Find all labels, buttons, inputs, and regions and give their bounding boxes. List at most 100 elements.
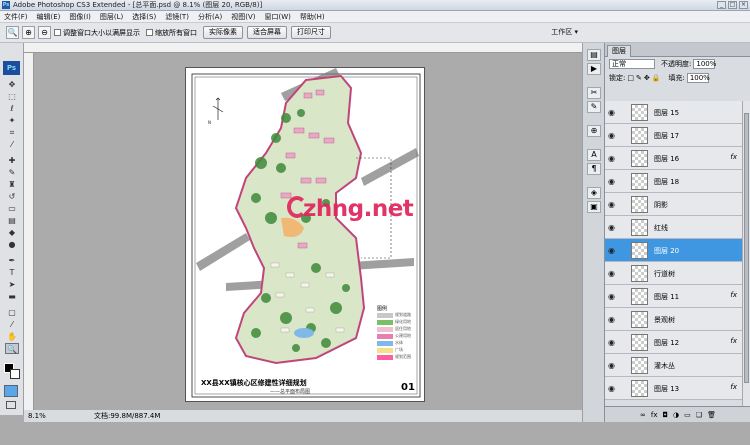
lasso-tool-icon[interactable]: ℓ <box>5 103 19 114</box>
visibility-eye-icon[interactable]: ◉ <box>608 131 617 140</box>
layer-effects-icon[interactable]: fx <box>730 383 737 391</box>
layer-list-scrollbar[interactable] <box>742 101 750 406</box>
layer-name[interactable]: 阴影 <box>654 200 668 210</box>
layer-row[interactable]: ◉ 图层 15 <box>605 101 750 124</box>
fit-screen-button[interactable]: 适合屏幕 <box>247 26 287 39</box>
notes-tool-icon[interactable]: ▢ <box>5 307 19 318</box>
layer-row[interactable]: ◉ 景观树 <box>605 308 750 331</box>
move-tool-icon[interactable]: ✥ <box>5 79 19 90</box>
history-panel-icon[interactable]: ▤ <box>587 49 601 61</box>
layer-row[interactable]: ◉ 图层 17 <box>605 124 750 147</box>
menu-layer[interactable]: 图层(L) <box>100 12 123 22</box>
menu-image[interactable]: 图像(I) <box>69 12 91 22</box>
marquee-tool-icon[interactable]: ⬚ <box>5 91 19 102</box>
brushes-panel-icon[interactable]: ✎ <box>587 101 601 113</box>
layer-row[interactable]: ◉ 行道树 <box>605 262 750 285</box>
lock-transparency-icon[interactable]: □ <box>627 74 634 82</box>
layer-row[interactable]: ◉ 图层 20 <box>605 239 750 262</box>
layer-name[interactable]: 图层 15 <box>654 108 679 118</box>
zoom-level[interactable]: 8.1% <box>24 412 54 420</box>
visibility-eye-icon[interactable]: ◉ <box>608 223 617 232</box>
new-layer-icon[interactable]: ❏ <box>696 411 702 419</box>
menu-edit[interactable]: 编辑(E) <box>37 12 61 22</box>
layer-name[interactable]: 红线 <box>654 223 668 233</box>
crop-tool-icon[interactable]: ⌗ <box>5 127 19 138</box>
healing-brush-icon[interactable]: ✚ <box>5 155 19 166</box>
tab-layers[interactable]: 图层 <box>607 45 631 57</box>
magic-wand-icon[interactable]: ✦ <box>5 115 19 126</box>
trash-icon[interactable]: 🗑 <box>707 411 716 419</box>
menu-file[interactable]: 文件(F) <box>4 12 28 22</box>
background-color-swatch[interactable] <box>10 369 20 379</box>
visibility-eye-icon[interactable]: ◉ <box>608 384 617 393</box>
layer-name[interactable]: 图层 18 <box>654 177 679 187</box>
opacity-input[interactable]: 100% <box>693 59 716 69</box>
visibility-eye-icon[interactable]: ◉ <box>608 361 617 370</box>
menu-window[interactable]: 窗口(W) <box>264 12 290 22</box>
visibility-eye-icon[interactable]: ◉ <box>608 108 617 117</box>
clone-source-icon[interactable]: ⊕ <box>587 125 601 137</box>
actions-panel-icon[interactable]: ▶ <box>587 63 601 75</box>
layer-effects-icon[interactable]: fx <box>730 291 737 299</box>
visibility-eye-icon[interactable]: ◉ <box>608 315 617 324</box>
layer-name[interactable]: 行道树 <box>654 269 675 279</box>
resize-windows-checkbox[interactable]: 调整窗口大小以满屏显示 <box>54 28 140 38</box>
minimize-button[interactable]: _ <box>717 1 726 9</box>
layer-name[interactable]: 图层 11 <box>654 292 679 302</box>
layer-row[interactable]: ◉ 灌木丛 <box>605 354 750 377</box>
scrollbar-thumb[interactable] <box>744 113 749 383</box>
clone-stamp-icon[interactable]: ♜ <box>5 179 19 190</box>
zoom-tool-icon[interactable]: 🔍 <box>6 26 19 39</box>
history-brush-icon[interactable]: ↺ <box>5 191 19 202</box>
adjustment-icon[interactable]: ◑ <box>673 411 679 419</box>
menu-analysis[interactable]: 分析(A) <box>198 12 222 22</box>
slice-tool-icon[interactable]: ⁄ <box>5 139 19 150</box>
menu-help[interactable]: 帮助(H) <box>300 12 325 22</box>
zoom-in-icon[interactable]: ⊕ <box>22 26 35 39</box>
mask-icon[interactable]: ◘ <box>663 411 669 419</box>
checkbox-box[interactable] <box>54 29 61 36</box>
menu-view[interactable]: 视图(V) <box>231 12 255 22</box>
maximize-button[interactable]: □ <box>728 1 737 9</box>
layer-name[interactable]: 图层 13 <box>654 384 679 394</box>
blend-mode-select[interactable]: 正常 <box>609 59 655 69</box>
layer-name[interactable]: 灌木丛 <box>654 361 675 371</box>
menu-select[interactable]: 选择(S) <box>132 12 156 22</box>
layer-row[interactable]: ◉图层 13fx▾ <box>605 377 750 400</box>
pen-tool-icon[interactable]: ✒ <box>5 255 19 266</box>
fill-input[interactable]: 100% <box>686 73 710 83</box>
tools-preset-icon[interactable]: ✂ <box>587 87 601 99</box>
character-panel-icon[interactable]: A <box>587 149 601 161</box>
styles-panel-icon[interactable]: ▣ <box>587 201 601 213</box>
layer-name[interactable]: 图层 20 <box>654 246 679 256</box>
brush-tool-icon[interactable]: ✎ <box>5 167 19 178</box>
visibility-eye-icon[interactable]: ◉ <box>608 292 617 301</box>
path-selection-icon[interactable]: ➤ <box>5 279 19 290</box>
visibility-eye-icon[interactable]: ◉ <box>608 269 617 278</box>
type-tool-icon[interactable]: T <box>5 267 19 278</box>
layer-effects-icon[interactable]: fx <box>730 337 737 345</box>
gradient-tool-icon[interactable]: ▤ <box>5 215 19 226</box>
layer-row[interactable]: ◉图层 12fx▾ <box>605 331 750 354</box>
eyedropper-icon[interactable]: ⁄ <box>5 319 19 330</box>
layer-row[interactable]: ◉ 红线 <box>605 216 750 239</box>
visibility-eye-icon[interactable]: ◉ <box>608 154 617 163</box>
actual-pixels-button[interactable]: 实际像素 <box>203 26 243 39</box>
layer-row[interactable]: ◉图层 16fx▾ <box>605 147 750 170</box>
layer-row[interactable]: ◉ 图层 18 <box>605 170 750 193</box>
lock-pixels-icon[interactable]: ✎ <box>636 74 642 82</box>
print-size-button[interactable]: 打印尺寸 <box>291 26 331 39</box>
group-icon[interactable]: ▭ <box>684 411 691 419</box>
layer-effects-icon[interactable]: fx <box>730 153 737 161</box>
zoom-out-icon[interactable]: ⊖ <box>38 26 51 39</box>
visibility-eye-icon[interactable]: ◉ <box>608 200 617 209</box>
visibility-eye-icon[interactable]: ◉ <box>608 177 617 186</box>
visibility-eye-icon[interactable]: ◉ <box>608 246 617 255</box>
blur-tool-icon[interactable]: ◆ <box>5 227 19 238</box>
paragraph-panel-icon[interactable]: ¶ <box>587 163 601 175</box>
hand-tool-icon[interactable]: ✋ <box>5 331 19 342</box>
eraser-tool-icon[interactable]: ▭ <box>5 203 19 214</box>
layer-row[interactable]: ◉图层 11fx▾ <box>605 285 750 308</box>
quick-mask-icon[interactable] <box>4 385 18 397</box>
menu-filter[interactable]: 滤镜(T) <box>165 12 189 22</box>
